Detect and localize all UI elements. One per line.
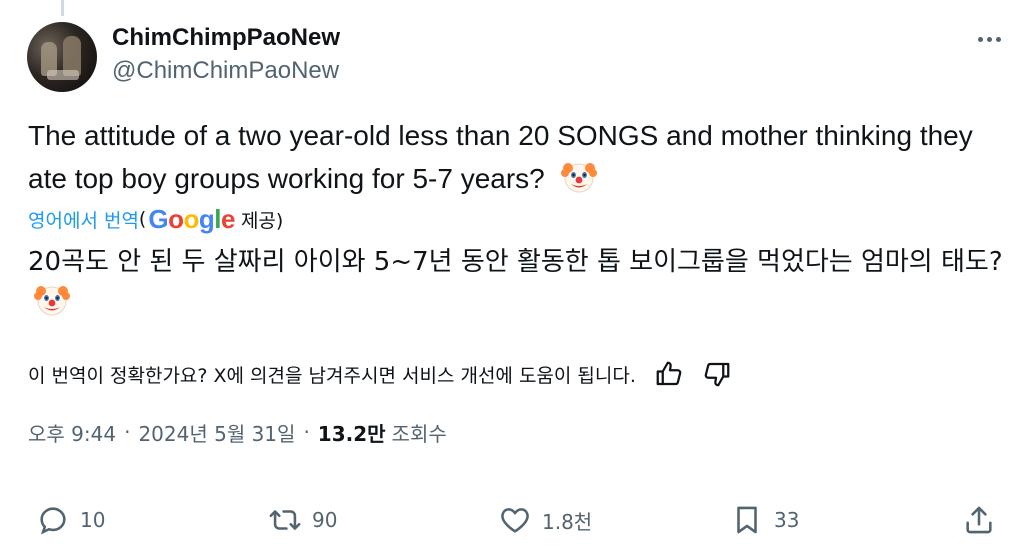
- tweet-date[interactable]: 2024년 5월 31일: [138, 418, 295, 447]
- views-count: 13.2만: [317, 421, 386, 446]
- more-options-button[interactable]: [972, 26, 1006, 52]
- tweet: ChimChimpPaoNew @ChimChimPaoNew The atti…: [0, 0, 1024, 560]
- meta-separator: ·: [303, 420, 310, 444]
- repost-icon: [269, 510, 301, 530]
- feedback-prompt: 이 번역이 정확한가요? X에 의견을 남겨주시면 서비스 개선에 도움이 됩니…: [28, 364, 636, 387]
- tweet-text: The attitude of a two year-old less than…: [28, 114, 1003, 200]
- thumbs-down-icon[interactable]: [702, 359, 732, 389]
- tweet-text-content: The attitude of a two year-old less than…: [28, 120, 973, 194]
- translation-paren-open: (: [138, 208, 147, 230]
- reply-count: 10: [80, 508, 106, 532]
- clown-face-icon: [560, 159, 597, 195]
- translation-provider-suffix: 제공): [240, 209, 284, 232]
- tweet-time[interactable]: 오후 9:44: [28, 418, 116, 447]
- translation-attribution: 영어에서 번역 ( Google 제공): [28, 203, 283, 235]
- translated-text: 20곡도 안 된 두 살짜리 아이와 5~7년 동안 활동한 톱 보이그룹을 먹…: [28, 242, 1003, 323]
- display-name[interactable]: ChimChimpPaoNew: [112, 24, 340, 52]
- repost-count: 90: [312, 508, 338, 532]
- user-handle[interactable]: @ChimChimPaoNew: [112, 57, 339, 85]
- translated-text-content: 20곡도 안 된 두 살짜리 아이와 5~7년 동안 활동한 톱 보이그룹을 먹…: [28, 247, 1003, 277]
- repost-button[interactable]: 90: [268, 498, 337, 542]
- google-logo: Google: [148, 204, 235, 234]
- translation-feedback: 이 번역이 정확한가요? X에 의견을 남겨주시면 서비스 개선에 도움이 됩니…: [28, 356, 732, 392]
- like-count: 1.8천: [542, 509, 593, 534]
- meta-separator: ·: [124, 420, 131, 444]
- views-label: 조회수: [391, 421, 447, 446]
- more-icon: [977, 36, 983, 42]
- bookmark-button[interactable]: 33: [730, 498, 799, 542]
- avatar[interactable]: [27, 22, 97, 92]
- bookmark-icon: [737, 506, 757, 534]
- heart-icon: [501, 508, 529, 533]
- action-bar: 10 90 1.8천 33: [0, 498, 1024, 542]
- reply-button[interactable]: 10: [36, 498, 105, 542]
- share-icon: [966, 506, 992, 534]
- reply-icon: [40, 507, 66, 535]
- like-button[interactable]: 1.8천: [498, 498, 592, 542]
- translated-from-link[interactable]: 영어에서 번역: [28, 206, 139, 233]
- bookmark-count: 33: [774, 508, 800, 532]
- thread-line: [61, 0, 64, 16]
- share-button[interactable]: [962, 498, 1006, 542]
- clown-face-icon: [34, 282, 70, 318]
- tweet-metadata: 오후 9:44 · 2024년 5월 31일 · 13.2만 조회수: [28, 414, 447, 450]
- thumbs-up-icon[interactable]: [654, 359, 684, 389]
